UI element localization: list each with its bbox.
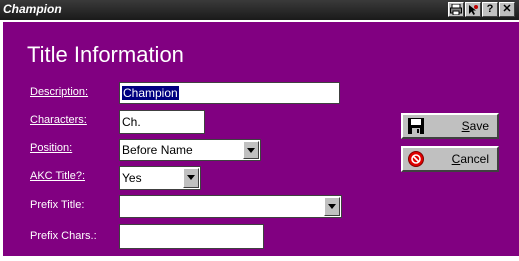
- position-select[interactable]: Before Name: [119, 139, 261, 161]
- prefix-title-select[interactable]: [119, 195, 342, 218]
- prefix-chars-label: Prefix Chars.:: [30, 230, 97, 242]
- characters-label: Characters:: [30, 114, 87, 126]
- position-value: Before Name: [122, 143, 193, 157]
- pointer-icon[interactable]: [465, 2, 481, 17]
- cancel-icon: [408, 151, 424, 167]
- print-icon[interactable]: [448, 2, 464, 17]
- description-field[interactable]: Champion: [119, 82, 340, 104]
- chevron-down-icon[interactable]: [183, 168, 199, 188]
- window-bottom-edge: [0, 256, 519, 261]
- position-label: Position:: [30, 142, 73, 154]
- chevron-down-icon[interactable]: [243, 141, 259, 159]
- cancel-button[interactable]: Cancel: [401, 146, 499, 172]
- save-label: Save: [461, 119, 489, 133]
- window-title: Champion: [3, 2, 62, 16]
- description-label: Description:: [30, 86, 89, 98]
- save-button[interactable]: Save: [401, 113, 499, 139]
- akc-title-select[interactable]: Yes: [119, 166, 201, 190]
- cancel-label: Cancel: [451, 152, 489, 166]
- prefix-title-label: Prefix Title:: [30, 199, 85, 211]
- title-information-window: Champion ? ✕ Title Information Descripti…: [0, 0, 519, 261]
- chevron-down-icon[interactable]: [324, 197, 340, 216]
- akc-title-label: AKC Title?:: [30, 170, 86, 182]
- characters-field[interactable]: Ch.: [119, 110, 205, 134]
- title-bar[interactable]: Champion ? ✕: [0, 0, 519, 20]
- floppy-disk-icon: [408, 118, 424, 134]
- akc-title-value: Yes: [122, 171, 142, 185]
- description-value: Champion: [122, 86, 179, 100]
- page-title: Title Information: [27, 42, 184, 67]
- prefix-chars-field[interactable]: [119, 224, 264, 249]
- close-button[interactable]: ✕: [499, 2, 515, 17]
- help-button[interactable]: ?: [482, 2, 498, 17]
